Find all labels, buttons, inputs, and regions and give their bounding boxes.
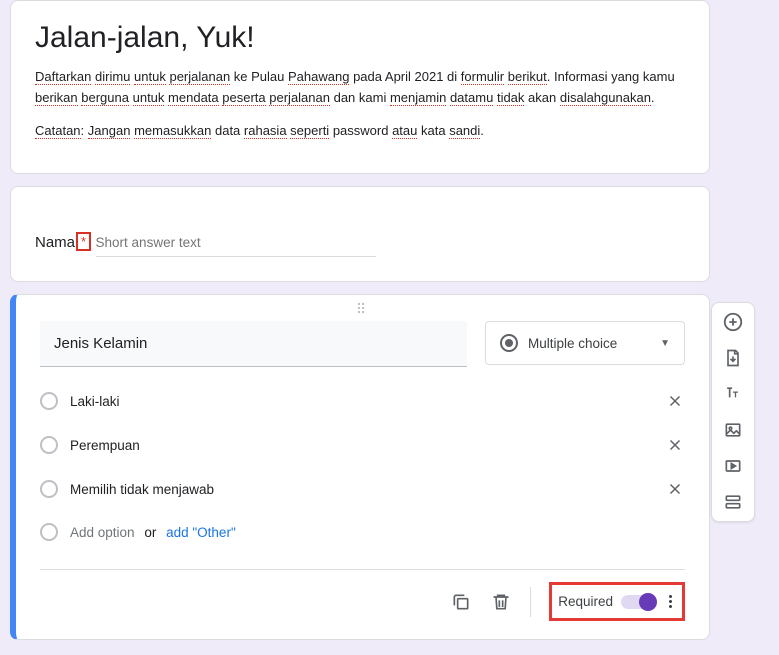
form-description-1[interactable]: Daftarkan dirimu untuk perjalanan ke Pul… [35, 67, 685, 109]
option-text[interactable]: Memilih tidak menjawab [70, 482, 653, 497]
remove-option-button[interactable] [665, 391, 685, 411]
add-video-button[interactable] [722, 455, 744, 477]
add-section-button[interactable] [722, 491, 744, 513]
or-text: or [144, 525, 156, 540]
more-options-button[interactable] [665, 591, 676, 612]
question-label: Nama* [35, 234, 91, 251]
question-card-nama[interactable]: Nama* [10, 186, 710, 282]
question-type-label: Multiple choice [528, 336, 650, 351]
question-title-input[interactable] [40, 321, 467, 367]
vertical-divider [530, 587, 531, 617]
question-card-jenis-kelamin[interactable]: ⠿ Multiple choice ▼ Laki-laki [10, 294, 710, 640]
form-header-card: Jalan-jalan, Yuk! Daftarkan dirimu untuk… [10, 0, 710, 174]
toggle-thumb [639, 593, 657, 611]
required-label: Required [558, 594, 613, 609]
radio-icon [500, 334, 518, 352]
floating-toolbar [711, 302, 755, 522]
option-text[interactable]: Laki-laki [70, 394, 653, 409]
form-description-2[interactable]: Catatan: Jangan memasukkan data rahasia … [35, 121, 685, 142]
drag-handle-icon: ⠿ [356, 301, 369, 317]
radio-icon [40, 436, 58, 454]
option-row: Perempuan [40, 423, 685, 467]
question-label-text: Nama [35, 234, 75, 251]
radio-icon [40, 392, 58, 410]
duplicate-button[interactable] [450, 591, 472, 613]
add-question-button[interactable] [722, 311, 744, 333]
option-row: Laki-laki [40, 379, 685, 423]
required-toggle[interactable] [621, 595, 657, 609]
short-answer-input[interactable] [96, 229, 376, 257]
add-other-button[interactable]: add "Other" [166, 525, 236, 540]
drag-handle[interactable]: ⠿ [16, 295, 709, 321]
option-row: Memilih tidak menjawab [40, 467, 685, 511]
add-option-row: Add option or add "Other" [40, 511, 685, 553]
add-title-button[interactable] [722, 383, 744, 405]
question-type-select[interactable]: Multiple choice ▼ [485, 321, 685, 365]
delete-button[interactable] [490, 591, 512, 613]
import-questions-button[interactable] [722, 347, 744, 369]
add-option-button[interactable]: Add option [70, 525, 135, 540]
radio-icon [40, 480, 58, 498]
add-image-button[interactable] [722, 419, 744, 441]
radio-icon [40, 523, 58, 541]
remove-option-button[interactable] [665, 479, 685, 499]
form-title[interactable]: Jalan-jalan, Yuk! [35, 21, 685, 55]
option-text[interactable]: Perempuan [70, 438, 653, 453]
chevron-down-icon: ▼ [660, 338, 670, 349]
required-asterisk: * [76, 232, 91, 251]
required-highlight-box: Required [549, 582, 685, 621]
remove-option-button[interactable] [665, 435, 685, 455]
